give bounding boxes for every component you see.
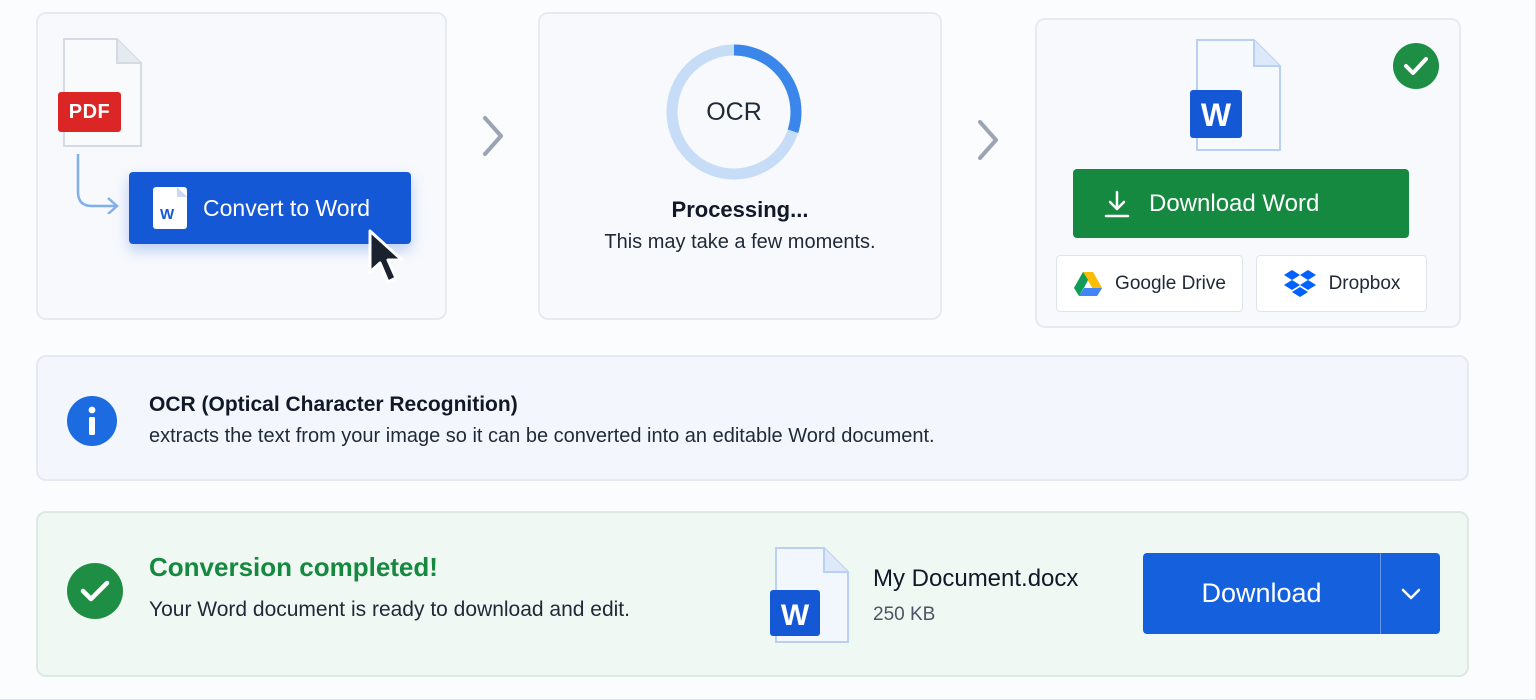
flow-connector-arrow — [76, 154, 119, 214]
processing-title: Processing... — [671, 197, 809, 222]
info-title: OCR (Optical Character Recognition) — [149, 393, 518, 416]
google-drive-icon — [1074, 271, 1103, 296]
processing-subtitle: This may take a few moments. — [604, 231, 876, 253]
pdf-badge: PDF — [58, 92, 121, 132]
download-button[interactable]: Download — [1143, 553, 1380, 634]
google-drive-label: Google Drive — [1115, 272, 1226, 294]
success-title: Conversion completed! — [149, 552, 438, 582]
success-message: Your Word document is ready to download … — [149, 598, 630, 621]
info-icon — [67, 396, 117, 446]
mouse-pointer-icon — [368, 229, 404, 284]
download-icon — [1104, 190, 1130, 217]
svg-text:W: W — [1201, 97, 1232, 133]
success-check-icon — [67, 563, 123, 619]
download-word-button[interactable]: Download Word — [1073, 169, 1409, 238]
download-split-button: Download — [1143, 553, 1440, 634]
chevron-down-icon — [1401, 588, 1420, 599]
svg-text:W: W — [781, 599, 810, 632]
file-size: 250 KB — [873, 604, 936, 625]
dropbox-button[interactable]: Dropbox — [1256, 255, 1427, 312]
word-doc-icon: W — [153, 187, 187, 229]
info-description: extracts the text from your image so it … — [149, 425, 935, 447]
ocr-info-box — [36, 355, 1469, 481]
ocr-ring-label: OCR — [706, 98, 762, 126]
success-check-icon — [1393, 43, 1439, 89]
convert-button-label: Convert to Word — [203, 194, 371, 221]
dropbox-label: Dropbox — [1328, 272, 1401, 294]
word-file-icon: W — [1190, 39, 1281, 151]
download-word-label: Download Word — [1149, 189, 1320, 217]
download-options-button[interactable] — [1381, 553, 1440, 634]
word-file-icon: W — [770, 547, 849, 643]
google-drive-button[interactable]: Google Drive — [1056, 255, 1243, 312]
chevron-right-icon — [978, 120, 998, 160]
file-name: My Document.docx — [873, 565, 1079, 592]
dropbox-icon — [1283, 269, 1316, 297]
chevron-right-icon — [483, 116, 503, 156]
